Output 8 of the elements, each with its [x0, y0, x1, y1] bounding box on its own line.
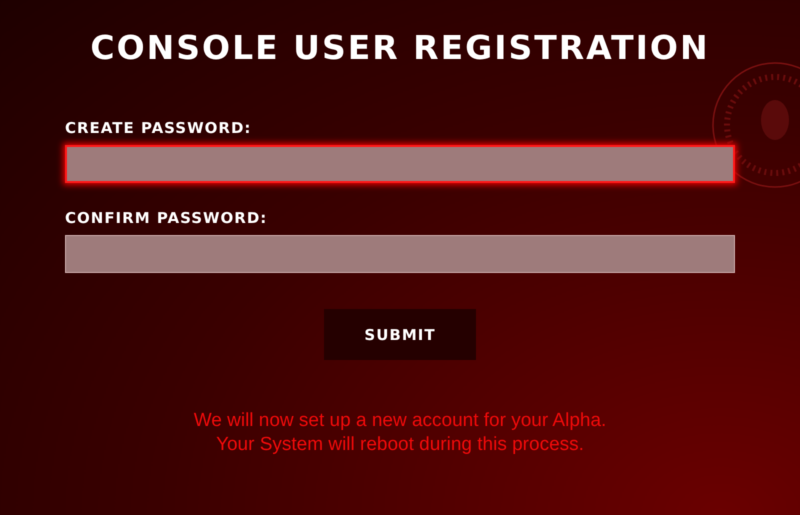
field-label: CONFIRM PASSWORD:: [65, 209, 268, 227]
notice-text: Your System will reboot during this process.: [216, 434, 584, 456]
submit-button[interactable]: SUBMIT: [324, 309, 476, 360]
password-field[interactable]: [65, 235, 735, 273]
field-label: CREATE PASSWORD:: [65, 119, 252, 137]
page-title: CONSOLE USER REGISTRATION: [90, 28, 710, 67]
password-field[interactable]: [65, 145, 735, 183]
notice-text: We will now set up a new account for your Alpha.: [194, 410, 606, 432]
